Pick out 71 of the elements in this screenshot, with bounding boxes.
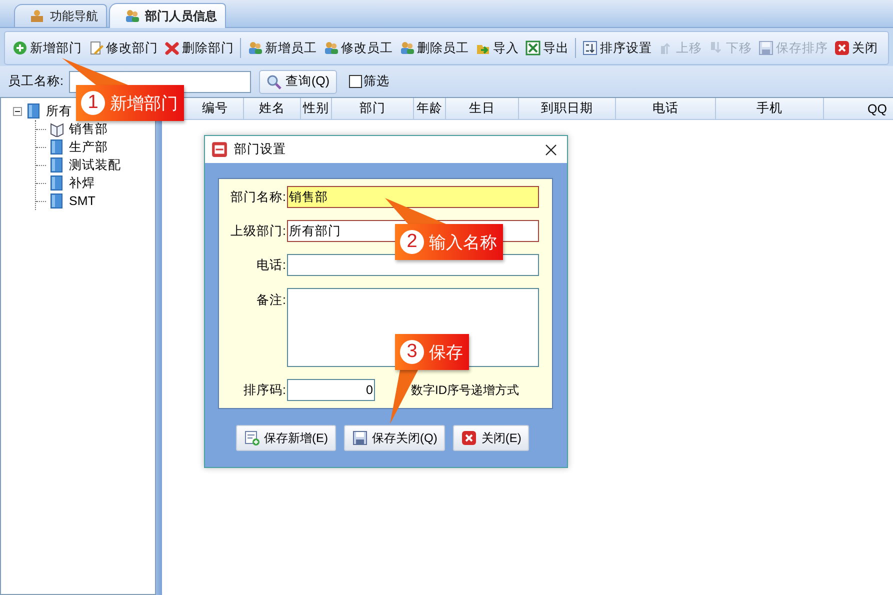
tree-item[interactable]: 所有 — [46, 102, 72, 120]
move-down-icon — [708, 40, 724, 56]
people-icon — [399, 40, 415, 56]
column-header[interactable]: 姓名 — [244, 98, 301, 119]
field-label: 部门名称: — [230, 188, 287, 206]
search-button[interactable]: 查询(Q) — [259, 70, 337, 94]
tree-item[interactable]: SMT — [68, 194, 96, 208]
close-icon — [834, 40, 850, 56]
dialog-button[interactable]: 保存关闭(Q) — [344, 425, 446, 451]
callout-tooltip: 2 输入名称 — [395, 224, 503, 260]
book-icon — [49, 175, 65, 191]
people-icon — [247, 40, 263, 56]
filter-checkbox[interactable]: 筛选 — [348, 73, 390, 90]
book-icon — [49, 157, 65, 173]
toolbar-button[interactable]: 删除员工 — [396, 36, 472, 60]
toolbar-button[interactable]: 修改员工 — [320, 36, 396, 60]
toolbar-button[interactable]: 新增部门 — [9, 36, 85, 60]
column-header[interactable]: 部门 — [332, 98, 414, 119]
open-book-icon — [49, 121, 65, 137]
book-icon — [49, 193, 65, 209]
callout-tooltip: 3 保存 — [395, 334, 469, 370]
add-form-icon — [244, 430, 260, 446]
people-icon — [323, 40, 339, 56]
dialog-button[interactable]: 保存新增(E) — [236, 425, 336, 451]
dialog-title: 部门设置 — [234, 141, 287, 158]
callout-pointer — [385, 198, 446, 224]
book-icon — [49, 139, 65, 155]
field-label: 员工名称: — [8, 73, 64, 90]
field-label: 上级部门: — [230, 222, 287, 240]
tree-item[interactable]: 生产部 — [68, 138, 109, 156]
text-field[interactable]: 销售部 — [287, 186, 539, 208]
hint-text: 数字ID序号递增方式 — [411, 382, 519, 398]
save-icon — [352, 430, 368, 446]
tab[interactable]: 功能导航 — [14, 4, 107, 27]
tab[interactable]: 部门人员信息 — [109, 3, 226, 28]
column-header[interactable]: 手机 — [716, 98, 824, 119]
people-icon — [124, 8, 140, 24]
save-icon — [758, 40, 774, 56]
column-header[interactable]: QQ — [824, 98, 893, 119]
tree-item[interactable]: 补焊 — [68, 174, 96, 192]
plus-circle-icon — [12, 40, 28, 56]
sort-icon — [582, 40, 598, 56]
callout-tooltip: 1 新增部门 — [76, 85, 184, 121]
toolbar-button[interactable]: 排序设置 — [579, 36, 655, 60]
tree-item[interactable]: 测试装配 — [68, 156, 122, 174]
pencil-icon — [88, 40, 104, 56]
field-label: 排序码: — [242, 382, 287, 398]
close-icon — [461, 430, 478, 446]
column-header[interactable]: 到职日期 — [519, 98, 616, 119]
book-icon — [26, 103, 42, 119]
column-header[interactable]: 电话 — [616, 98, 716, 119]
column-header[interactable]: 生日 — [446, 98, 519, 119]
column-header[interactable]: 年龄 — [414, 98, 446, 119]
column-header[interactable]: 性别 — [301, 98, 332, 119]
toolbar-button[interactable]: 导出 — [522, 36, 572, 60]
app-icon — [211, 141, 228, 158]
callout-pointer — [62, 58, 128, 85]
search-icon — [266, 74, 282, 90]
dialog-button[interactable]: 关闭(E) — [453, 425, 530, 451]
number-field[interactable]: 0 — [287, 379, 375, 401]
toolbar-button[interactable]: 导入 — [472, 36, 522, 60]
spreadsheet-icon — [525, 40, 541, 56]
field-label: 备注: — [256, 292, 287, 309]
toolbar-button[interactable]: 修改部门 — [85, 36, 161, 60]
collapse-icon[interactable] — [13, 106, 22, 116]
toolbar-button[interactable]: 删除部门 — [161, 36, 237, 60]
toolbar-button[interactable]: 新增员工 — [244, 36, 320, 60]
tree-item[interactable]: 销售部 — [68, 120, 109, 138]
field-label: 电话: — [256, 256, 287, 274]
toolbar-button[interactable]: 关闭 — [831, 36, 881, 60]
delete-icon — [164, 40, 180, 56]
